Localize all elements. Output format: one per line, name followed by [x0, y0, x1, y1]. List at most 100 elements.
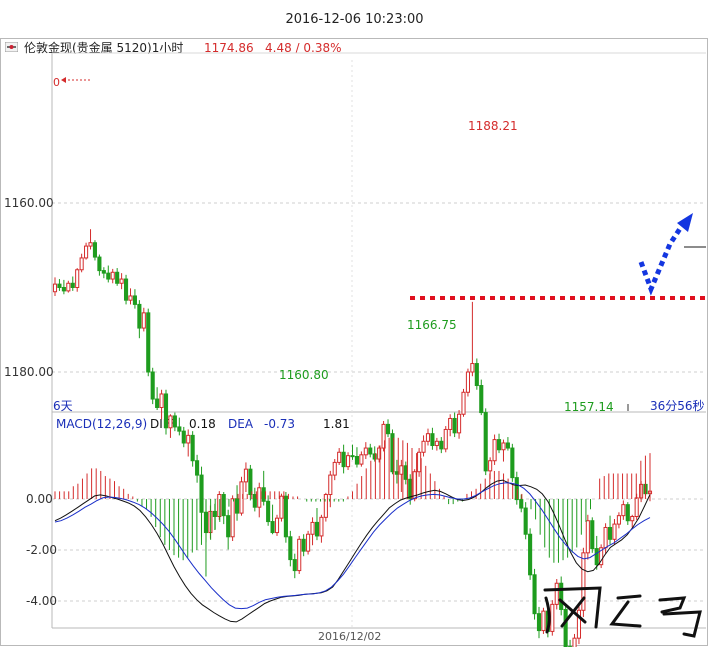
candle-body [123, 278, 129, 301]
signature-stroke [658, 596, 687, 614]
candle-body [248, 468, 253, 496]
projection-arrow-path [638, 222, 686, 296]
candle-body [79, 257, 84, 271]
candle-body [474, 363, 479, 387]
candle-body [266, 500, 271, 523]
candle-body [301, 538, 306, 552]
candle-body [554, 582, 559, 605]
signature-stroke [616, 594, 642, 600]
candle-body [621, 504, 626, 517]
candle-body [332, 461, 337, 476]
candle-body [412, 471, 417, 500]
candle-body [155, 398, 160, 408]
candle-body [52, 283, 58, 293]
candle-body [190, 434, 195, 462]
candle-body [132, 295, 137, 305]
candle-body [465, 371, 471, 393]
candle-body [61, 287, 66, 292]
candle-body [421, 440, 426, 453]
candle-body [328, 474, 333, 496]
candle-body [323, 494, 328, 518]
candle-body [101, 270, 106, 274]
candle-body [501, 442, 506, 451]
candle-body [434, 440, 439, 447]
macd-tick-label: -4.00 [26, 594, 57, 608]
candle-body [550, 603, 555, 632]
candle-body [128, 295, 133, 301]
candle-body [346, 455, 351, 468]
candle-body [425, 433, 431, 442]
candle-body [337, 451, 342, 463]
candle-body [536, 613, 542, 632]
candle-body [159, 393, 164, 408]
candle-body [119, 278, 124, 284]
candle-body [341, 451, 346, 468]
candle-body [634, 497, 639, 517]
candle-body [141, 312, 146, 329]
candle-body [523, 507, 528, 535]
candle-body [625, 504, 630, 522]
candle-body [492, 439, 497, 462]
low-label-left: 1160.80 [279, 368, 329, 382]
candle-body [528, 533, 533, 576]
candle-body [350, 455, 355, 458]
candle-body [532, 574, 537, 615]
candle-body [607, 526, 613, 540]
candle-body [470, 363, 475, 373]
candle-body [306, 533, 311, 552]
signature-stroke [609, 600, 642, 628]
candle-body [288, 536, 293, 561]
support-label: 1166.75 [407, 318, 457, 332]
candle-body [274, 517, 280, 534]
candle-body [368, 447, 373, 455]
candle-body [603, 526, 608, 549]
candle-body [505, 442, 510, 449]
candle-body [403, 465, 408, 480]
price-tick-label: 1160.00 [4, 196, 54, 210]
candle-body [243, 468, 248, 483]
macd-tick-label: -2.00 [26, 543, 57, 557]
candle-body [70, 282, 75, 288]
candle-body [97, 256, 102, 272]
candle-body [226, 515, 231, 538]
candle-body [137, 303, 142, 329]
candle-body [483, 412, 488, 472]
candle-body [354, 456, 359, 465]
candle-body [88, 242, 93, 247]
candle-body [314, 521, 320, 537]
signature-mark [543, 586, 702, 638]
candle-body [510, 447, 515, 479]
candle-body [457, 413, 462, 434]
marker-zero-label: 0 [53, 76, 60, 89]
candle-body [292, 559, 297, 572]
candle-body [479, 385, 484, 414]
candle-body [612, 523, 617, 540]
candle-body [488, 460, 493, 472]
candle-body [408, 478, 413, 500]
candle-body [616, 515, 621, 525]
candle-body [92, 242, 98, 258]
candle-body [563, 608, 568, 647]
candle-body [186, 434, 191, 444]
candle-body [448, 417, 453, 430]
candle-body [417, 451, 422, 473]
candle-body [430, 433, 435, 447]
candle-body [443, 428, 448, 450]
candle-body [452, 417, 457, 434]
candle-body [439, 440, 444, 450]
price-tick-label: 1180.00 [4, 365, 54, 379]
candle-body [57, 283, 62, 288]
candle-body [572, 637, 577, 647]
candle-body [115, 271, 120, 284]
candle-body [66, 282, 71, 292]
candle-body [257, 487, 262, 508]
candle-body [168, 415, 173, 429]
candle-body [310, 521, 315, 535]
macd-tick-label: 0.00 [26, 492, 53, 506]
candle-body [541, 610, 546, 632]
candle-body [106, 272, 111, 280]
x-date-label: 2016/12/02 [318, 630, 381, 643]
candle-body [172, 415, 177, 428]
candle-body [75, 269, 80, 289]
candle-body [261, 487, 266, 502]
